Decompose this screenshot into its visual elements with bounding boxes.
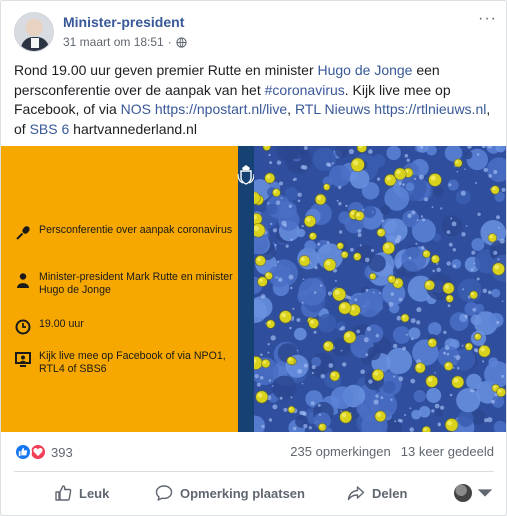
link-rtl-nieuws[interactable]: RTL Nieuws xyxy=(295,101,370,117)
action-bar: Leuk Opmerking plaatsen Delen xyxy=(14,479,494,507)
page-name-link[interactable]: Minister-president xyxy=(63,14,184,30)
caret-down-icon xyxy=(477,489,493,497)
post-text-segment: , xyxy=(287,101,295,117)
comment-button-label: Opmerking plaatsen xyxy=(180,485,305,501)
link-nos[interactable]: NOS xyxy=(121,101,151,117)
info-item-watch-live: Kijk live mee op Facebook of via NPO1, R… xyxy=(15,350,237,376)
post-text: Rond 19.00 uur geven premier Rutte en mi… xyxy=(14,61,494,139)
reaction-count: 393 xyxy=(51,444,73,460)
profile-avatar-icon xyxy=(454,484,472,502)
info-item-text: 19.00 uur xyxy=(39,318,84,330)
post-as-selector[interactable] xyxy=(454,479,494,507)
stats-right: 235 opmerkingen 13 keer gedeeld xyxy=(290,444,494,459)
info-item-text: Persconferentie over aanpak coronavirus xyxy=(39,224,233,236)
thumbs-up-icon xyxy=(55,485,72,501)
government-crest-icon xyxy=(237,165,255,185)
like-reaction-icon xyxy=(14,443,32,461)
info-item-text: Kijk live mee op Facebook of via NPO1, R… xyxy=(39,350,226,375)
post-meta: 31 maart om 18:51 · xyxy=(63,35,187,49)
page-avatar[interactable] xyxy=(14,12,54,52)
actions-divider xyxy=(14,471,494,472)
comments-count-link[interactable]: 235 opmerkingen xyxy=(290,444,390,459)
virus-illustration xyxy=(254,146,506,432)
info-item-persconferentie: Persconferentie over aanpak coronavirus xyxy=(15,224,237,241)
post-header: Minister-president 31 maart om 18:51 · ·… xyxy=(14,11,496,54)
share-button[interactable]: Delen xyxy=(347,479,407,507)
reactions-summary[interactable]: 393 xyxy=(14,443,73,461)
post-image[interactable]: Persconferentie over aanpak coronavirus … xyxy=(1,146,506,432)
link-hugo-de-jonge[interactable]: Hugo de Jonge xyxy=(318,62,413,78)
info-panel: Persconferentie over aanpak coronavirus … xyxy=(1,146,253,432)
link-coronavirus-hashtag[interactable]: #coronavirus xyxy=(265,82,345,98)
government-stripe xyxy=(238,146,254,432)
share-arrow-icon xyxy=(347,486,365,501)
info-item-speakers: Minister-president Mark Rutte en ministe… xyxy=(15,271,237,297)
shares-count-link[interactable]: 13 keer gedeeld xyxy=(401,444,494,459)
post-text-segment: hartvannederland.nl xyxy=(69,120,197,137)
comment-button[interactable]: Opmerking plaatsen xyxy=(155,479,305,507)
microphone-icon xyxy=(16,226,30,240)
more-options-icon[interactable]: ··· xyxy=(478,11,496,28)
meta-separator: · xyxy=(167,35,172,49)
info-item-text: Minister-president Mark Rutte en ministe… xyxy=(39,271,233,296)
engagement-stats: 393 235 opmerkingen 13 keer gedeeld xyxy=(14,442,494,462)
link-npostart[interactable]: https://npostart.nl/live xyxy=(155,101,287,117)
tv-icon xyxy=(15,352,31,367)
globe-icon[interactable] xyxy=(176,36,187,48)
post-timestamp[interactable]: 31 maart om 18:51 xyxy=(63,35,164,49)
post-card: Minister-president 31 maart om 18:51 · ·… xyxy=(0,0,507,516)
link-rtlnieuws-url[interactable]: https://rtlnieuws.nl xyxy=(374,101,486,117)
person-icon xyxy=(17,273,29,288)
info-item-time: 19.00 uur xyxy=(15,318,237,335)
clock-icon xyxy=(15,319,31,335)
post-text-segment: Rond 19.00 uur geven premier Rutte en mi… xyxy=(14,62,318,78)
share-button-label: Delen xyxy=(372,485,408,501)
link-sbs6[interactable]: SBS 6 xyxy=(30,121,70,137)
like-button-label: Leuk xyxy=(79,485,110,501)
avatar-shirt xyxy=(31,38,39,48)
coronavirus-microscope-image xyxy=(254,146,506,432)
like-button[interactable]: Leuk xyxy=(54,479,109,507)
comment-bubble-icon xyxy=(155,485,173,501)
